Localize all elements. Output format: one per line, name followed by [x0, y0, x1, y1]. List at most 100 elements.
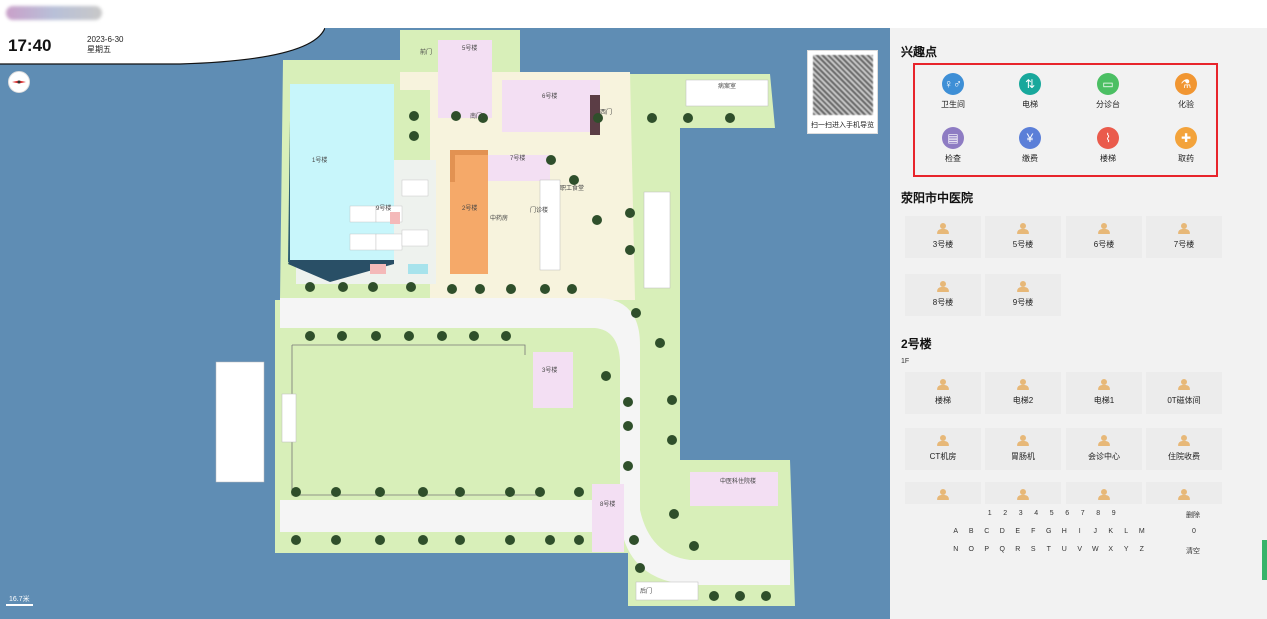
key[interactable]: B: [964, 528, 980, 535]
room-card[interactable]: 住院收费: [1146, 428, 1222, 470]
room-card[interactable]: 0T磁体间: [1146, 372, 1222, 414]
room-card[interactable]: 胃肠机: [985, 428, 1061, 470]
poi-section-title: 兴趣点: [901, 45, 938, 59]
map-label: 后门: [640, 587, 652, 595]
key[interactable]: C: [979, 528, 995, 535]
room-card[interactable]: [1146, 482, 1222, 504]
key[interactable]: Z: [1134, 546, 1150, 553]
building-card[interactable]: 7号楼: [1146, 216, 1222, 258]
location-pin-icon: [1017, 281, 1029, 292]
room-card[interactable]: [905, 482, 981, 504]
poi-stairs[interactable]: ⌇ 楼梯: [1072, 123, 1144, 173]
building-2: [450, 150, 488, 274]
poi-examination[interactable]: ▤ 检查: [917, 123, 989, 173]
building-card[interactable]: 6号楼: [1066, 216, 1142, 258]
key[interactable]: 2: [998, 510, 1014, 517]
location-pin-icon: [937, 379, 949, 390]
key[interactable]: T: [1041, 546, 1057, 553]
qr-caption: 扫一扫进入手机导览: [811, 122, 874, 129]
room-card[interactable]: 楼梯: [905, 372, 981, 414]
map-label: 西门: [600, 108, 612, 116]
room-card[interactable]: CT机房: [905, 428, 981, 470]
poi-label: 卫生间: [941, 100, 965, 109]
key[interactable]: P: [979, 546, 995, 553]
location-pin-icon: [937, 489, 949, 500]
building-label: 9号楼: [1012, 298, 1034, 307]
key-zero[interactable]: 0: [1192, 528, 1196, 535]
key[interactable]: D: [995, 528, 1011, 535]
key[interactable]: W: [1088, 546, 1104, 553]
poi-payment[interactable]: ¥ 缴费: [994, 123, 1066, 173]
key[interactable]: O: [964, 546, 980, 553]
room-label: 0T磁体间: [1167, 396, 1201, 405]
campus-map[interactable]: 5号楼 6号楼 1号楼 2号楼 3号楼 7号楼 8号楼 9号楼 职工食堂 病案室…: [0, 28, 890, 619]
key[interactable]: 6: [1060, 510, 1076, 517]
key[interactable]: A: [948, 528, 964, 535]
poi-grid: ♀♂ 卫生间 ⇅ 电梯 ▭ 分诊台 ⚗ 化验 ▤ 检查 ¥ 缴费 ⌇ 楼梯 ✚: [913, 63, 1218, 177]
key[interactable]: 9: [1106, 510, 1122, 517]
weekday-text: 星期五: [87, 45, 111, 54]
key[interactable]: 5: [1044, 510, 1060, 517]
key[interactable]: 7: [1075, 510, 1091, 517]
poi-label: 分诊台: [1096, 100, 1120, 109]
key[interactable]: F: [1026, 528, 1042, 535]
location-pin-icon: [937, 223, 949, 234]
key[interactable]: 8: [1091, 510, 1107, 517]
building-card[interactable]: 9号楼: [985, 274, 1061, 316]
key[interactable]: J: [1088, 528, 1104, 535]
key[interactable]: 1: [982, 510, 998, 517]
poi-pharmacy[interactable]: ✚ 取药: [1150, 123, 1222, 173]
poi-restroom[interactable]: ♀♂ 卫生间: [917, 69, 989, 119]
building-card[interactable]: 3号楼: [905, 216, 981, 258]
map-label: 门诊楼: [530, 206, 548, 214]
building-card[interactable]: 5号楼: [985, 216, 1061, 258]
key[interactable]: Q: [995, 546, 1011, 553]
poi-elevator[interactable]: ⇅ 电梯: [994, 69, 1066, 119]
stairs-icon: ⌇: [1097, 127, 1119, 149]
building-small: [281, 393, 297, 443]
location-pin-icon: [1178, 489, 1190, 500]
scrollbar-thumb[interactable]: [1262, 540, 1267, 580]
qr-code: [813, 55, 873, 115]
key[interactable]: S: [1026, 546, 1042, 553]
room-card[interactable]: 会诊中心: [1066, 428, 1142, 470]
building-3: [533, 352, 573, 408]
compass-icon[interactable]: [8, 71, 30, 93]
poi-triage[interactable]: ▭ 分诊台: [1072, 69, 1144, 119]
qr-panel: 扫一扫进入手机导览: [807, 50, 878, 134]
poi-lab[interactable]: ⚗ 化验: [1150, 69, 1222, 119]
key[interactable]: K: [1103, 528, 1119, 535]
room-label: 住院收费: [1168, 452, 1200, 461]
poi-label: 化验: [1178, 100, 1194, 109]
key[interactable]: V: [1072, 546, 1088, 553]
building-label: 6号楼: [1093, 240, 1115, 249]
key[interactable]: X: [1103, 546, 1119, 553]
room-card[interactable]: 电梯1: [1066, 372, 1142, 414]
building-card[interactable]: 8号楼: [905, 274, 981, 316]
poi-label: 电梯: [1022, 100, 1038, 109]
poi-label: 缴费: [1022, 154, 1038, 163]
key-clear[interactable]: 清空: [1186, 546, 1200, 556]
key[interactable]: U: [1057, 546, 1073, 553]
keyboard-row-n-z: NOPQRSTUVWXYZ: [948, 546, 1150, 553]
key-delete[interactable]: 删除: [1186, 510, 1200, 520]
key[interactable]: 3: [1013, 510, 1029, 517]
key[interactable]: G: [1041, 528, 1057, 535]
current-time: 17:40: [8, 36, 52, 55]
key[interactable]: L: [1119, 528, 1135, 535]
key[interactable]: Y: [1119, 546, 1135, 553]
key[interactable]: M: [1134, 528, 1150, 535]
map-canvas[interactable]: 5号楼 6号楼 1号楼 2号楼 3号楼 7号楼 8号楼 9号楼 职工食堂 病案室…: [0, 28, 890, 619]
room-card[interactable]: 电梯2: [985, 372, 1061, 414]
room-card[interactable]: [1066, 482, 1142, 504]
room-card[interactable]: [985, 482, 1061, 504]
key[interactable]: I: [1072, 528, 1088, 535]
key[interactable]: 4: [1029, 510, 1045, 517]
key[interactable]: E: [1010, 528, 1026, 535]
key[interactable]: R: [1010, 546, 1026, 553]
current-date: 2023-6-30 星期五: [87, 35, 123, 55]
location-pin-icon: [1178, 379, 1190, 390]
map-label: 8号楼: [600, 500, 615, 508]
key[interactable]: N: [948, 546, 964, 553]
key[interactable]: H: [1057, 528, 1073, 535]
